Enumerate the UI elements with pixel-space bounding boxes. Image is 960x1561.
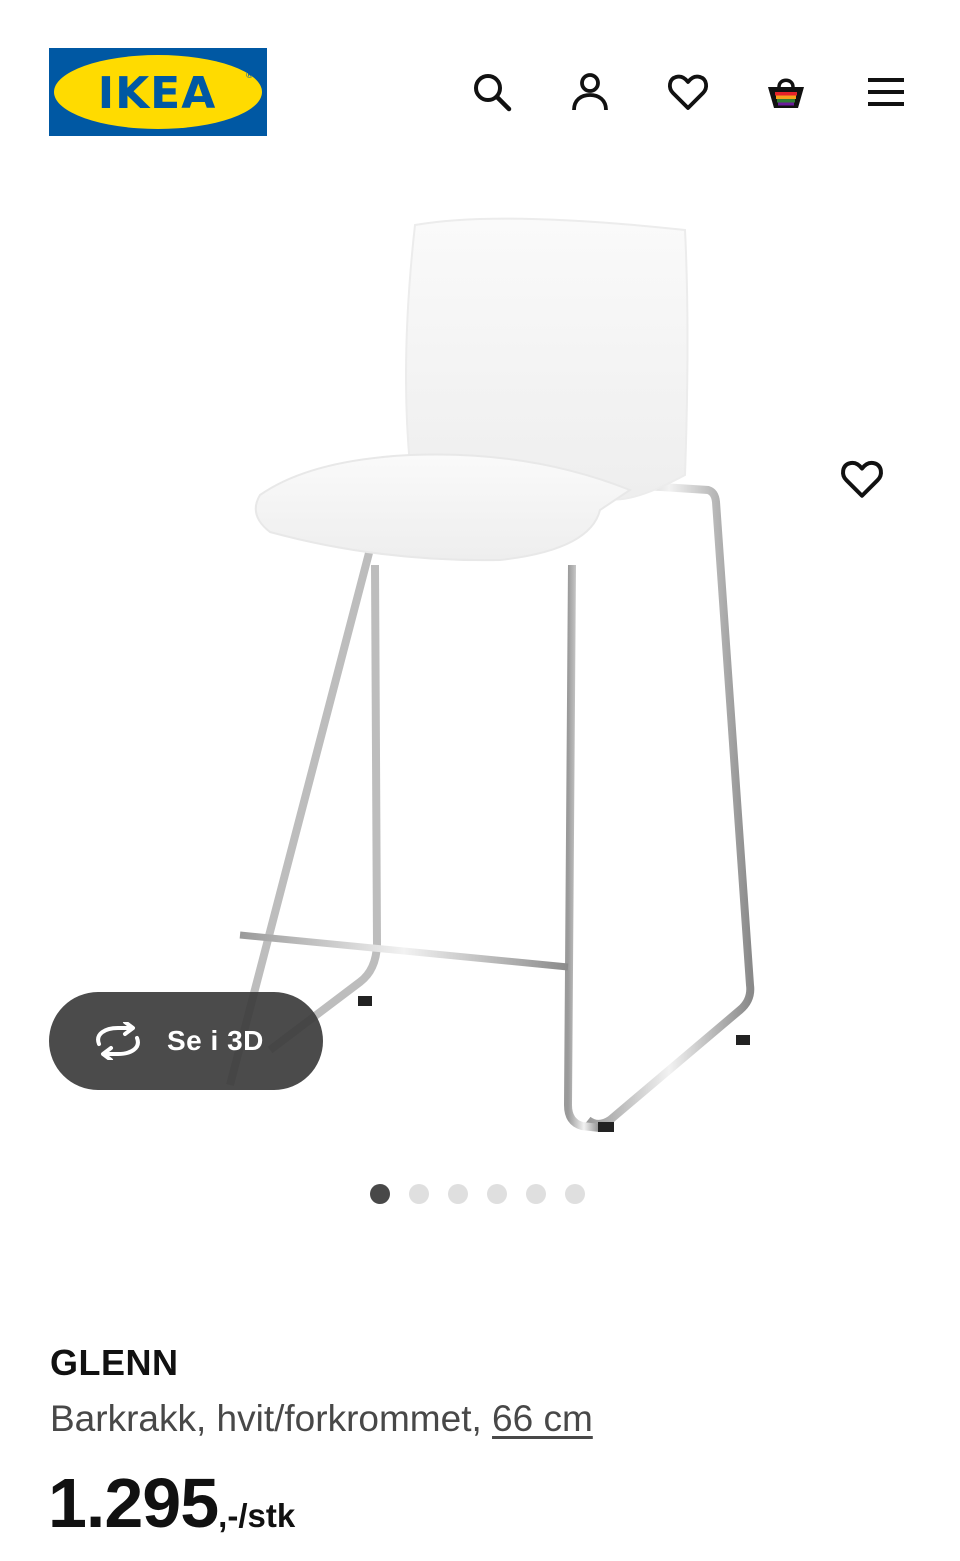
rotate-3d-icon [96,1022,140,1060]
carousel-dot-2[interactable] [409,1184,429,1204]
product-description: Barkrakk, hvit/forkrommet, 66 cm [50,1398,593,1440]
carousel-dot-6[interactable] [565,1184,585,1204]
carousel-pagination [370,1184,585,1204]
heart-icon [841,460,883,498]
basket-icon [768,78,804,108]
view-in-3d-button[interactable]: Se i 3D [49,992,323,1090]
carousel-dot-3[interactable] [448,1184,468,1204]
product-size-link[interactable]: 66 cm [492,1398,593,1439]
carousel-dot-1[interactable] [370,1184,390,1204]
site-header: IKEA ® [0,0,960,185]
svg-text:IKEA: IKEA [98,68,217,119]
search-icon [474,74,512,112]
product-description-text: Barkrakk, hvit/forkrommet, [50,1398,493,1439]
price-amount: 1.295 [48,1464,219,1542]
menu-icon [868,78,904,106]
favourites-button[interactable] [662,66,714,118]
search-button[interactable] [466,66,518,118]
menu-button[interactable] [860,66,912,118]
ikea-logo[interactable]: IKEA ® [49,48,267,136]
carousel-dot-4[interactable] [487,1184,507,1204]
add-to-favourites-button[interactable] [834,451,890,507]
heart-icon [668,74,708,110]
price-suffix: ,-/stk [218,1497,296,1534]
ikea-logo-image: IKEA ® [49,48,267,136]
account-icon [572,73,608,111]
product-price: 1.295,-/stk [48,1463,295,1543]
account-button[interactable] [564,66,616,118]
view-in-3d-label: Se i 3D [167,1025,264,1056]
svg-text:®: ® [245,71,254,81]
product-name: GLENN [50,1342,179,1383]
carousel-dot-5[interactable] [526,1184,546,1204]
basket-button[interactable] [760,66,812,118]
